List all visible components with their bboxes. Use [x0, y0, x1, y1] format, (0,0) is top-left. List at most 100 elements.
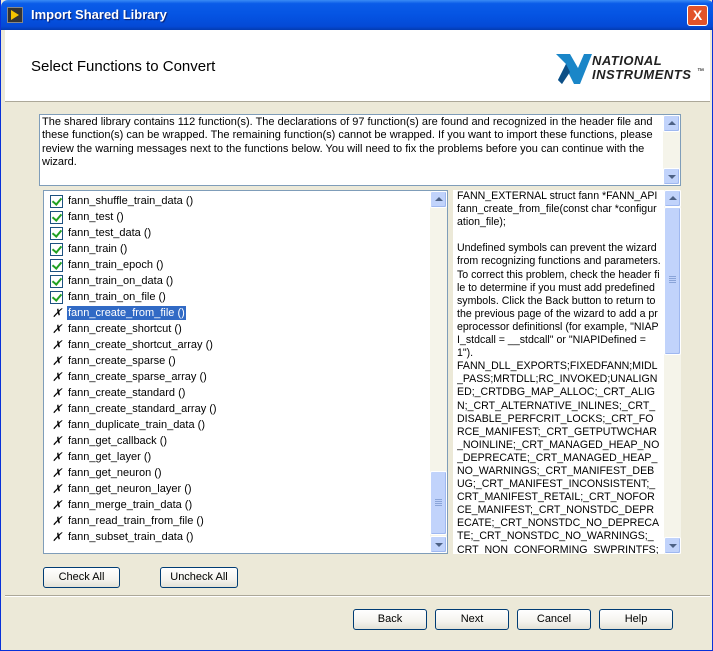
checked-checkbox-icon[interactable] [50, 275, 63, 288]
function-list-item-label: fann_create_sparse_array () [68, 371, 207, 383]
error-x-icon: ✗ [52, 482, 63, 496]
function-list-item[interactable]: ✗ fann_create_from_file () [48, 305, 428, 321]
description-scroll-down-button[interactable] [663, 168, 680, 185]
error-x-icon: ✗ [52, 306, 63, 320]
function-list-item-label: fann_test_data () [68, 227, 152, 239]
checked-checkbox-icon[interactable] [50, 243, 63, 256]
function-list-item[interactable]: fann_shuffle_train_data () [48, 193, 428, 209]
function-list-item-label: fann_train_epoch () [68, 259, 164, 271]
function-list-item[interactable]: ✗ fann_get_callback () [48, 433, 428, 449]
cancel-button[interactable]: Cancel [517, 609, 591, 630]
next-button[interactable]: Next [435, 609, 509, 630]
description-scroll-up-button[interactable] [663, 115, 680, 132]
function-list-item[interactable]: fann_test () [48, 209, 428, 225]
info-scroll-down-button[interactable] [664, 537, 681, 554]
info-scroll-up-button[interactable] [664, 190, 681, 207]
function-list-item-label: fann_create_from_file () [66, 305, 187, 321]
function-info-text: FANN_EXTERNAL struct fann *FANN_API fann… [457, 190, 661, 554]
function-list-item[interactable]: ✗ fann_read_train_from_file () [48, 513, 428, 529]
error-x-icon: ✗ [52, 498, 63, 512]
function-list-item[interactable]: fann_test_data () [48, 225, 428, 241]
wizard-header: Select Functions to Convert NATIONAL INS… [5, 30, 710, 102]
function-list-item-label: fann_get_callback () [68, 435, 168, 447]
logo-line-national: NATIONAL [592, 53, 663, 68]
function-list[interactable]: fann_shuffle_train_data () fann_test () fa… [43, 190, 448, 554]
function-list-item-label: fann_shuffle_train_data () [68, 195, 194, 207]
function-list-item-label: fann_train () [68, 243, 128, 255]
function-list-item-label: fann_create_standard_array () [68, 403, 217, 415]
function-list-item[interactable]: fann_train_on_file () [48, 289, 428, 305]
window-title: Import Shared Library [31, 7, 167, 22]
info-scroll-thumb[interactable] [664, 207, 681, 355]
function-list-item-label: fann_get_layer () [68, 451, 152, 463]
function-list-item[interactable]: fann_train () [48, 241, 428, 257]
uncheck-all-button[interactable]: Uncheck All [160, 567, 238, 588]
description-box[interactable]: The shared library contains 112 function… [39, 114, 681, 186]
error-x-icon: ✗ [52, 354, 63, 368]
error-x-icon: ✗ [52, 402, 63, 416]
function-list-item[interactable]: ✗ fann_get_layer () [48, 449, 428, 465]
error-x-icon: ✗ [52, 530, 63, 544]
labview-app-icon [7, 7, 23, 23]
function-list-item-label: fann_get_neuron_layer () [68, 483, 192, 495]
function-list-item-label: fann_create_shortcut_array () [68, 339, 213, 351]
logo-trademark: ™ [697, 68, 704, 75]
function-list-item-label: fann_test () [68, 211, 124, 223]
function-list-item-label: fann_create_sparse () [68, 355, 176, 367]
description-text: The shared library contains 112 function… [42, 116, 653, 168]
function-list-item[interactable]: ✗ fann_duplicate_train_data () [48, 417, 428, 433]
function-list-item-label: fann_merge_train_data () [68, 499, 193, 511]
error-x-icon: ✗ [52, 434, 63, 448]
info-scrollbar[interactable] [664, 190, 681, 554]
function-list-item[interactable]: ✗ fann_create_sparse () [48, 353, 428, 369]
function-list-scroll-down-button[interactable] [430, 536, 447, 553]
function-list-item[interactable]: fann_train_epoch () [48, 257, 428, 273]
ni-eagle-icon [556, 54, 592, 84]
function-list-item[interactable]: ✗ fann_merge_train_data () [48, 497, 428, 513]
footer-divider [5, 595, 710, 597]
function-info-box[interactable]: FANN_EXTERNAL struct fann *FANN_API fann… [453, 190, 681, 554]
back-button[interactable]: Back [353, 609, 427, 630]
function-list-item[interactable]: ✗ fann_create_sparse_array () [48, 369, 428, 385]
logo-line-instruments: INSTRUMENTS [592, 67, 692, 82]
function-list-item[interactable]: ✗ fann_get_neuron () [48, 465, 428, 481]
error-x-icon: ✗ [52, 370, 63, 384]
function-list-item-label: fann_create_standard () [68, 387, 186, 399]
page-title: Select Functions to Convert [31, 58, 216, 75]
function-list-item-label: fann_create_shortcut () [68, 323, 182, 335]
error-x-icon: ✗ [52, 514, 63, 528]
function-list-item-label: fann_train_on_file () [68, 291, 166, 303]
checked-checkbox-icon[interactable] [50, 291, 63, 304]
title-bar[interactable]: Import Shared Library X [1, 0, 713, 30]
function-list-item[interactable]: ✗ fann_create_standard_array () [48, 401, 428, 417]
function-list-item-label: fann_read_train_from_file () [68, 515, 204, 527]
import-shared-library-window: Import Shared Library X Select Functions… [0, 0, 713, 651]
checked-checkbox-icon[interactable] [50, 259, 63, 272]
function-list-scrollbar[interactable] [430, 191, 447, 553]
function-list-item[interactable]: ✗ fann_create_shortcut () [48, 321, 428, 337]
function-list-item-label: fann_duplicate_train_data () [68, 419, 205, 431]
help-button[interactable]: Help [599, 609, 673, 630]
error-x-icon: ✗ [52, 386, 63, 400]
checked-checkbox-icon[interactable] [50, 227, 63, 240]
checked-checkbox-icon[interactable] [50, 211, 63, 224]
error-x-icon: ✗ [52, 322, 63, 336]
function-list-item[interactable]: ✗ fann_get_neuron_layer () [48, 481, 428, 497]
function-list-item[interactable]: ✗ fann_subset_train_data () [48, 529, 428, 545]
checked-checkbox-icon[interactable] [50, 195, 63, 208]
function-list-item[interactable]: fann_train_on_data () [48, 273, 428, 289]
function-list-scroll-up-button[interactable] [430, 191, 447, 208]
national-instruments-logo: NATIONAL INSTRUMENTS ™ [554, 50, 704, 90]
error-x-icon: ✗ [52, 418, 63, 432]
function-list-item-label: fann_subset_train_data () [68, 531, 194, 543]
close-button[interactable]: X [687, 5, 708, 26]
function-list-item[interactable]: ✗ fann_create_standard () [48, 385, 428, 401]
function-list-scroll-thumb[interactable] [430, 471, 447, 535]
description-scrollbar[interactable] [663, 115, 680, 185]
function-list-item-label: fann_train_on_data () [68, 275, 174, 287]
check-all-button[interactable]: Check All [43, 567, 120, 588]
error-x-icon: ✗ [52, 450, 63, 464]
function-list-item-label: fann_get_neuron () [68, 467, 162, 479]
function-list-item[interactable]: ✗ fann_create_shortcut_array () [48, 337, 428, 353]
error-x-icon: ✗ [52, 338, 63, 352]
